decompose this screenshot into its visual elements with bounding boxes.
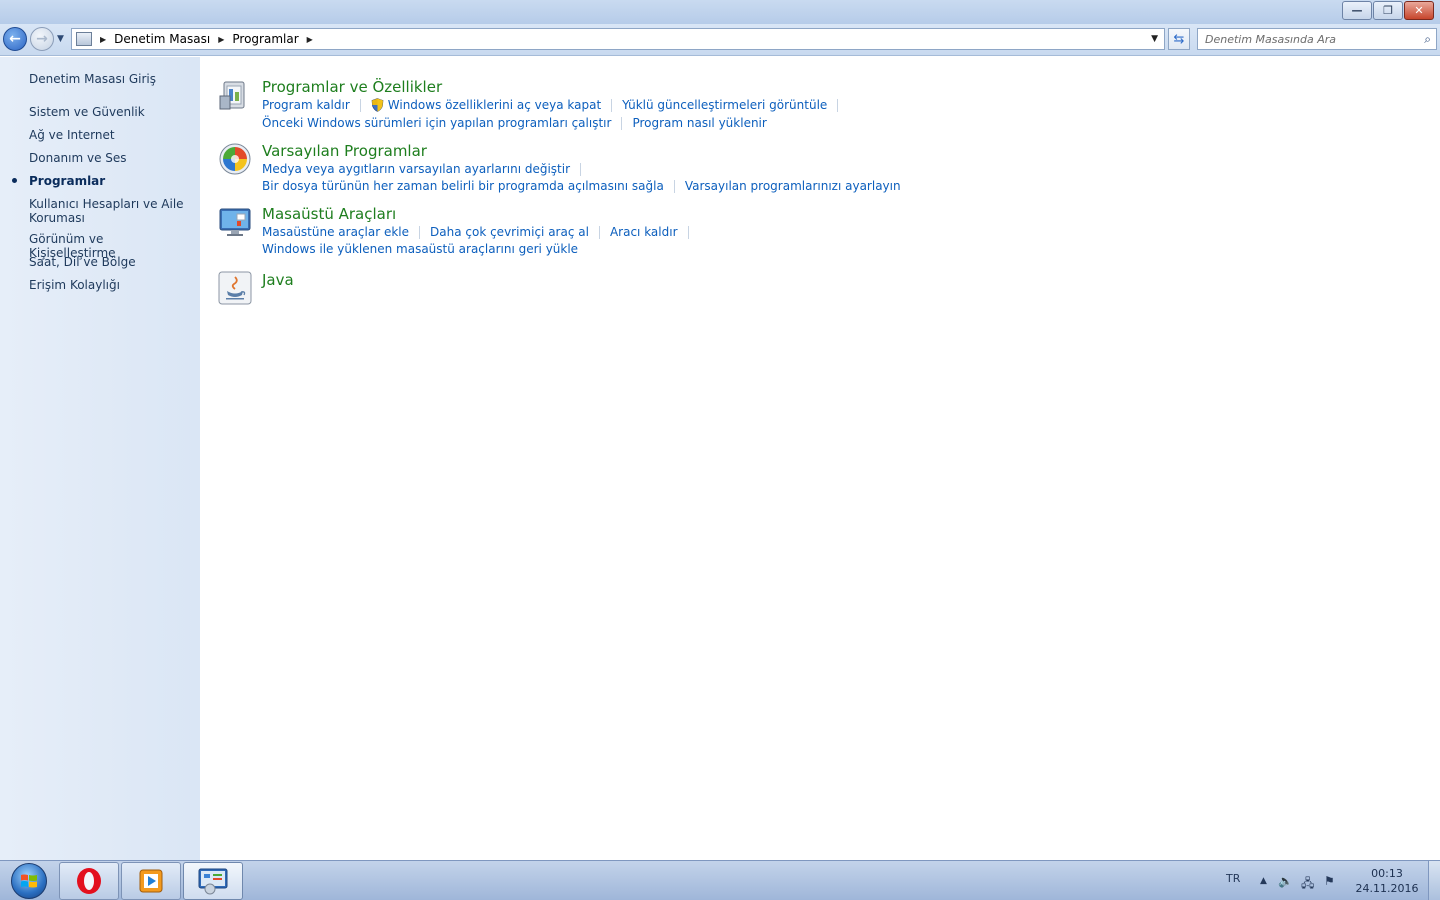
breadcrumb-control-panel[interactable]: Denetim Masası [114, 32, 210, 46]
clock[interactable]: 00:13 24.11.2016 [1352, 866, 1422, 896]
sidebar-item-ease-of-access[interactable]: Erişim Kolaylığı [29, 278, 189, 292]
taskbar: TR ▲ 🔈 🖧 ⚑ 00:13 24.11.2016 [0, 860, 1440, 900]
link-restore-gadgets[interactable]: Windows ile yüklenen masaüstü araçlarını… [262, 242, 578, 256]
link-row: Windows ile yüklenen masaüstü araçlarını… [262, 242, 578, 256]
link-separator [580, 162, 582, 176]
breadcrumb-chevron-icon[interactable]: ▶ [307, 35, 313, 44]
media-player-icon [139, 869, 163, 893]
restore-icon: ❐ [1383, 4, 1393, 17]
link-set-default-programs[interactable]: Varsayılan programlarınızı ayarlayın [685, 179, 901, 193]
start-button[interactable] [2, 862, 56, 900]
sidebar-item-network-internet[interactable]: Ağ ve Internet [29, 128, 189, 142]
restore-button[interactable]: ❐ [1373, 1, 1403, 20]
action-center-flag-icon[interactable]: ⚑ [1324, 874, 1335, 888]
link-separator [359, 98, 361, 112]
address-bar[interactable]: ▶ Denetim Masası ▶ Programlar ▶ ▼ [71, 28, 1165, 50]
show-hidden-icons-icon[interactable]: ▲ [1260, 876, 1267, 886]
sidebar-item-clock-language-region[interactable]: Saat, Dil ve Bölge [29, 255, 189, 269]
link-installed-updates[interactable]: Yüklü güncelleştirmeleri görüntüle [622, 98, 827, 112]
link-file-type-association[interactable]: Bir dosya türünün her zaman belirli bir … [262, 179, 664, 193]
address-dropdown-icon[interactable]: ▼ [1151, 34, 1158, 44]
search-icon[interactable]: ⌕ [1424, 32, 1431, 47]
link-separator [837, 98, 839, 112]
breadcrumb-chevron-icon[interactable]: ▶ [218, 35, 224, 44]
close-button[interactable]: ✕ [1404, 1, 1434, 20]
taskbar-control-panel-button[interactable] [183, 862, 243, 900]
default-programs-icon[interactable] [218, 142, 252, 176]
taskbar-media-player-button[interactable] [121, 862, 181, 900]
forward-button[interactable]: → [30, 27, 54, 51]
link-separator [598, 225, 600, 239]
windows-logo-icon [11, 863, 47, 899]
java-icon[interactable] [218, 271, 252, 305]
window-controls: — ❐ ✕ [1341, 1, 1434, 20]
link-uninstall-program[interactable]: Program kaldır [262, 98, 350, 112]
link-row: Medya veya aygıtların varsayılan ayarlar… [262, 162, 591, 176]
opera-icon [77, 868, 101, 894]
title-bar: — ❐ ✕ [0, 0, 1440, 24]
uac-shield-icon [371, 98, 384, 112]
back-arrow-icon: ← [9, 31, 21, 47]
search-box[interactable]: ⌕ [1197, 28, 1437, 50]
network-icon[interactable]: 🖧 [1301, 874, 1314, 895]
breadcrumb-programs[interactable]: Programlar [232, 32, 298, 46]
minimize-icon: — [1351, 4, 1363, 17]
link-separator [621, 116, 623, 130]
close-icon: ✕ [1414, 4, 1424, 17]
breadcrumb-chevron-icon[interactable]: ▶ [100, 35, 106, 44]
sidebar-item-system-security[interactable]: Sistem ve Güvenlik [29, 105, 189, 119]
desktop-gadgets-icon[interactable] [218, 205, 252, 239]
navigation-bar: ← → ▼ ▶ Denetim Masası ▶ Programlar ▶ ▼ … [0, 24, 1440, 56]
link-autoplay-settings[interactable]: Medya veya aygıtların varsayılan ayarlar… [262, 162, 570, 176]
link-separator [611, 98, 613, 112]
active-bullet-icon [12, 178, 17, 183]
sidebar-item-programs[interactable]: Programlar [29, 174, 189, 188]
link-separator [419, 225, 421, 239]
control-panel-icon [76, 32, 92, 46]
show-desktop-button[interactable] [1428, 861, 1440, 900]
sidebar-item-hardware-sound[interactable]: Donanım ve Ses [29, 151, 189, 165]
link-how-to-install[interactable]: Program nasıl yüklenir [632, 116, 766, 130]
link-row: Önceki Windows sürümleri için yapılan pr… [262, 116, 767, 130]
link-row: Masaüstüne araçlar ekle Daha çok çevrimi… [262, 225, 699, 239]
main-content: Programlar ve Özellikler Program kaldır … [200, 57, 1440, 860]
category-title[interactable]: Programlar ve Özellikler [262, 78, 442, 96]
forward-arrow-icon: → [36, 31, 48, 47]
link-row: Program kaldır Windows özelliklerini aç … [262, 98, 848, 112]
link-program-compatibility[interactable]: Önceki Windows sürümleri için yapılan pr… [262, 116, 611, 130]
volume-icon[interactable]: 🔈 [1278, 874, 1293, 888]
link-remove-gadget[interactable]: Aracı kaldır [610, 225, 678, 239]
recent-pages-dropdown-icon[interactable]: ▼ [57, 34, 64, 44]
link-get-more-gadgets[interactable]: Daha çok çevrimiçi araç al [430, 225, 589, 239]
sidebar: Denetim Masası Giriş Sistem ve Güvenlik … [0, 57, 200, 860]
refresh-button[interactable]: ⇆ [1168, 28, 1190, 50]
back-button[interactable]: ← [3, 27, 27, 51]
control-panel-taskbar-icon [198, 868, 228, 895]
clock-time: 00:13 [1371, 867, 1403, 880]
programs-features-icon[interactable] [218, 78, 252, 112]
taskbar-opera-button[interactable] [59, 862, 119, 900]
sidebar-item-control-panel-home[interactable]: Denetim Masası Giriş [29, 72, 189, 86]
clock-date: 24.11.2016 [1355, 882, 1419, 895]
language-indicator[interactable]: TR [1226, 872, 1240, 885]
refresh-icon: ⇆ [1173, 31, 1185, 47]
category-title[interactable]: Varsayılan Programlar [262, 142, 427, 160]
link-separator [687, 225, 689, 239]
system-tray: TR ▲ 🔈 🖧 ⚑ 00:13 24.11.2016 [1200, 861, 1440, 900]
link-row: Bir dosya türünün her zaman belirli bir … [262, 179, 901, 193]
minimize-button[interactable]: — [1342, 1, 1372, 20]
link-add-gadgets[interactable]: Masaüstüne araçlar ekle [262, 225, 409, 239]
category-title[interactable]: Masaüstü Araçları [262, 205, 396, 223]
search-input[interactable] [1205, 30, 1415, 48]
category-title[interactable]: Java [262, 271, 294, 289]
link-windows-features[interactable]: Windows özelliklerini aç veya kapat [388, 98, 601, 112]
link-separator [673, 179, 675, 193]
sidebar-item-user-accounts[interactable]: Kullanıcı Hesapları ve Aile Koruması [29, 197, 189, 225]
